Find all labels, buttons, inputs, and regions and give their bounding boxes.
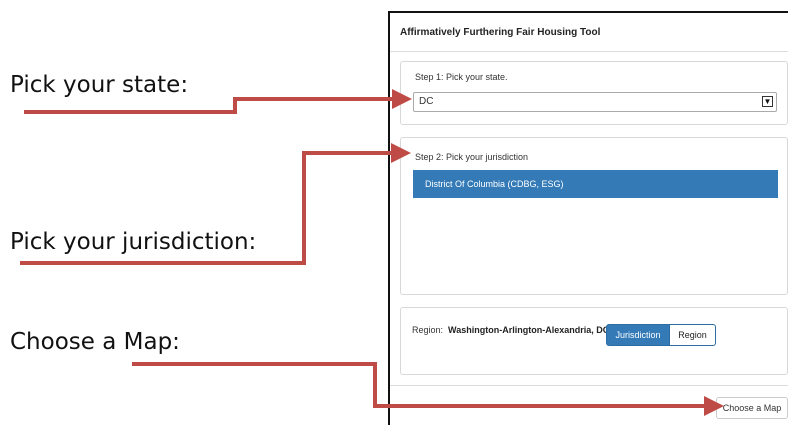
map-scope-toggle: Jurisdiction Region bbox=[606, 324, 716, 346]
callout-choose-map: Choose a Map: bbox=[10, 329, 180, 355]
jurisdiction-option-selected[interactable]: District Of Columbia (CDBG, ESG) bbox=[413, 170, 778, 198]
step1-well: Step 1: Pick your state. DC ▼ bbox=[400, 61, 788, 125]
region-label: Region: bbox=[412, 325, 444, 335]
annotated-screenshot: Pick your state: Pick your jurisdiction:… bbox=[0, 0, 788, 425]
state-select-value: DC bbox=[419, 96, 434, 107]
callout-pick-state: Pick your state: bbox=[10, 72, 189, 98]
state-select[interactable]: DC ▼ bbox=[413, 92, 777, 112]
footer-divider bbox=[390, 385, 788, 386]
step2-well: Step 2: Pick your jurisdiction District … bbox=[400, 137, 788, 295]
step1-label: Step 1: Pick your state. bbox=[415, 72, 508, 82]
jurisdiction-button[interactable]: Jurisdiction bbox=[606, 324, 670, 346]
callout-pick-jurisdiction: Pick your jurisdiction: bbox=[10, 229, 257, 255]
region-well: Region: Washington-Arlington-Alexandria,… bbox=[400, 307, 788, 375]
choose-map-button[interactable]: Choose a Map bbox=[716, 397, 788, 419]
arrow-to-state-select bbox=[24, 89, 412, 114]
chevron-down-icon[interactable]: ▼ bbox=[762, 96, 773, 107]
step2-label: Step 2: Pick your jurisdiction bbox=[415, 152, 529, 162]
affh-tool-panel: Affirmatively Furthering Fair Housing To… bbox=[388, 11, 788, 425]
region-button[interactable]: Region bbox=[670, 324, 716, 346]
tool-title: Affirmatively Furthering Fair Housing To… bbox=[390, 13, 788, 52]
